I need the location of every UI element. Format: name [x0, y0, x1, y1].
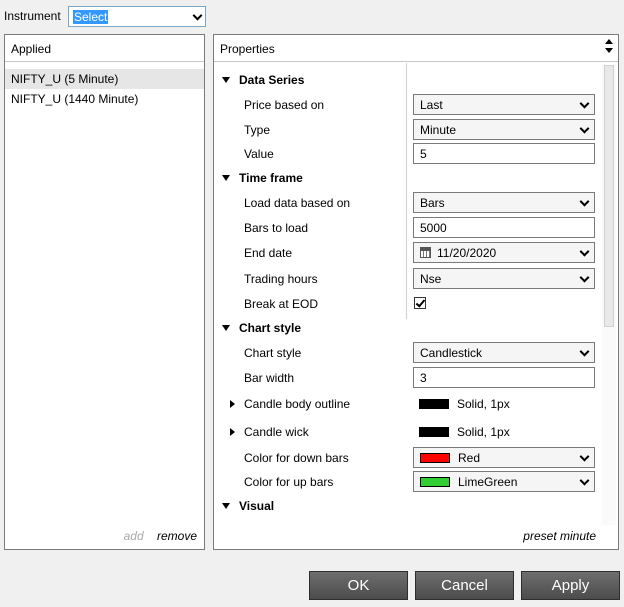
- ok-button[interactable]: OK: [309, 571, 408, 600]
- load-data-based-on-select[interactable]: Bars: [413, 192, 595, 213]
- applied-item[interactable]: NIFTY_U (5 Minute): [5, 69, 204, 89]
- scrollbar-thumb[interactable]: [604, 65, 614, 327]
- color-down-bars-label: Color for down bars: [244, 451, 349, 465]
- trading-hours-select[interactable]: Nse: [413, 268, 595, 289]
- calendar-icon: [420, 247, 431, 258]
- color-up-bars-label: Color for up bars: [244, 475, 334, 489]
- category-title: Data Series: [239, 73, 305, 87]
- chevron-down-icon: [579, 451, 590, 462]
- color-swatch: [419, 427, 449, 437]
- end-date-picker[interactable]: 11/20/2020: [413, 242, 595, 263]
- instrument-label: Instrument: [4, 9, 61, 23]
- trading-hours-label: Trading hours: [244, 272, 318, 286]
- chevron-down-icon: [579, 272, 590, 283]
- color-swatch: [420, 452, 450, 463]
- properties-title: Properties: [214, 35, 618, 62]
- bar-width-input[interactable]: 3: [413, 367, 595, 388]
- chevron-down-icon: [579, 246, 590, 257]
- bars-to-load-label: Bars to load: [244, 221, 309, 235]
- chevron-down-icon: [579, 123, 590, 134]
- apply-button[interactable]: Apply: [521, 571, 620, 600]
- header-scroll-arrows[interactable]: [605, 39, 614, 53]
- color-up-bars-select[interactable]: LimeGreen: [413, 471, 595, 492]
- select-value: LimeGreen: [458, 474, 518, 489]
- applied-title: Applied: [5, 35, 204, 62]
- candle-body-outline-label[interactable]: Candle body outline: [230, 395, 351, 413]
- color-swatch: [419, 399, 449, 409]
- select-value: Last: [420, 97, 443, 112]
- chevron-down-icon: [579, 98, 590, 109]
- expand-triangle-icon[interactable]: [230, 400, 235, 408]
- instrument-select-value: Select: [73, 9, 109, 24]
- select-value: Red: [458, 450, 481, 465]
- color-down-bars-select[interactable]: Red: [413, 447, 595, 468]
- chevron-down-icon: [579, 475, 590, 486]
- collapse-triangle-icon: [222, 77, 230, 83]
- expand-triangle-icon[interactable]: [230, 428, 235, 436]
- category-chart-style[interactable]: Chart style: [222, 319, 301, 337]
- category-title: Chart style: [239, 321, 302, 335]
- category-data-series[interactable]: Data Series: [222, 71, 304, 89]
- load-data-based-on-label: Load data based on: [244, 196, 351, 210]
- stroke-text: Solid, 1px: [457, 397, 510, 411]
- properties-panel: Properties Data Series Price based on La…: [213, 34, 619, 550]
- applied-actions: add remove: [124, 529, 197, 543]
- chart-style-select[interactable]: Candlestick: [413, 342, 595, 363]
- break-at-eod-label: Break at EOD: [244, 297, 319, 311]
- chevron-down-icon: [192, 10, 203, 21]
- category-visual[interactable]: Visual: [222, 497, 274, 515]
- category-time-frame[interactable]: Time frame: [222, 169, 303, 187]
- remove-link[interactable]: remove: [157, 529, 197, 543]
- label-text: Candle body outline: [244, 397, 351, 411]
- category-title: Visual: [239, 499, 275, 513]
- end-date-label: End date: [244, 246, 293, 260]
- collapse-triangle-icon: [222, 175, 230, 181]
- candle-wick-value[interactable]: Solid, 1px: [419, 423, 510, 441]
- instrument-select[interactable]: Select: [68, 6, 206, 27]
- bars-to-load-input[interactable]: 5000: [413, 217, 595, 238]
- scroll-down-icon[interactable]: [605, 48, 613, 53]
- applied-panel: Applied NIFTY_U (5 Minute) NIFTY_U (1440…: [4, 34, 205, 550]
- category-title: Time frame: [239, 171, 303, 185]
- scroll-up-icon[interactable]: [605, 39, 613, 44]
- candle-wick-label[interactable]: Candle wick: [230, 423, 309, 441]
- value-label: Value: [244, 147, 274, 161]
- chevron-down-icon: [579, 196, 590, 207]
- cancel-button[interactable]: Cancel: [415, 571, 514, 600]
- collapse-triangle-icon: [222, 503, 230, 509]
- scrollbar[interactable]: [602, 65, 616, 525]
- color-swatch: [420, 476, 450, 487]
- applied-item[interactable]: NIFTY_U (1440 Minute): [5, 89, 204, 109]
- type-select[interactable]: Minute: [413, 119, 595, 140]
- select-value: Nse: [420, 271, 442, 286]
- type-label: Type: [244, 123, 271, 137]
- bar-width-label: Bar width: [244, 371, 295, 385]
- value-input[interactable]: 5: [413, 143, 595, 164]
- collapse-triangle-icon: [222, 325, 230, 331]
- chevron-down-icon: [579, 346, 590, 357]
- stroke-text: Solid, 1px: [457, 425, 510, 439]
- select-value: Bars: [420, 195, 445, 210]
- preset-link[interactable]: preset minute: [523, 529, 596, 543]
- label-text: Candle wick: [244, 425, 309, 439]
- price-based-on-label: Price based on: [244, 98, 325, 112]
- chart-style-label: Chart style: [244, 346, 302, 360]
- select-value: Minute: [420, 122, 457, 137]
- break-at-eod-checkbox[interactable]: [414, 297, 426, 309]
- select-value: Candlestick: [420, 345, 483, 360]
- price-based-on-select[interactable]: Last: [413, 94, 595, 115]
- add-link[interactable]: add: [124, 529, 144, 543]
- candle-body-outline-value[interactable]: Solid, 1px: [419, 395, 510, 413]
- date-value: 11/20/2020: [437, 245, 497, 260]
- column-divider: [406, 63, 407, 319]
